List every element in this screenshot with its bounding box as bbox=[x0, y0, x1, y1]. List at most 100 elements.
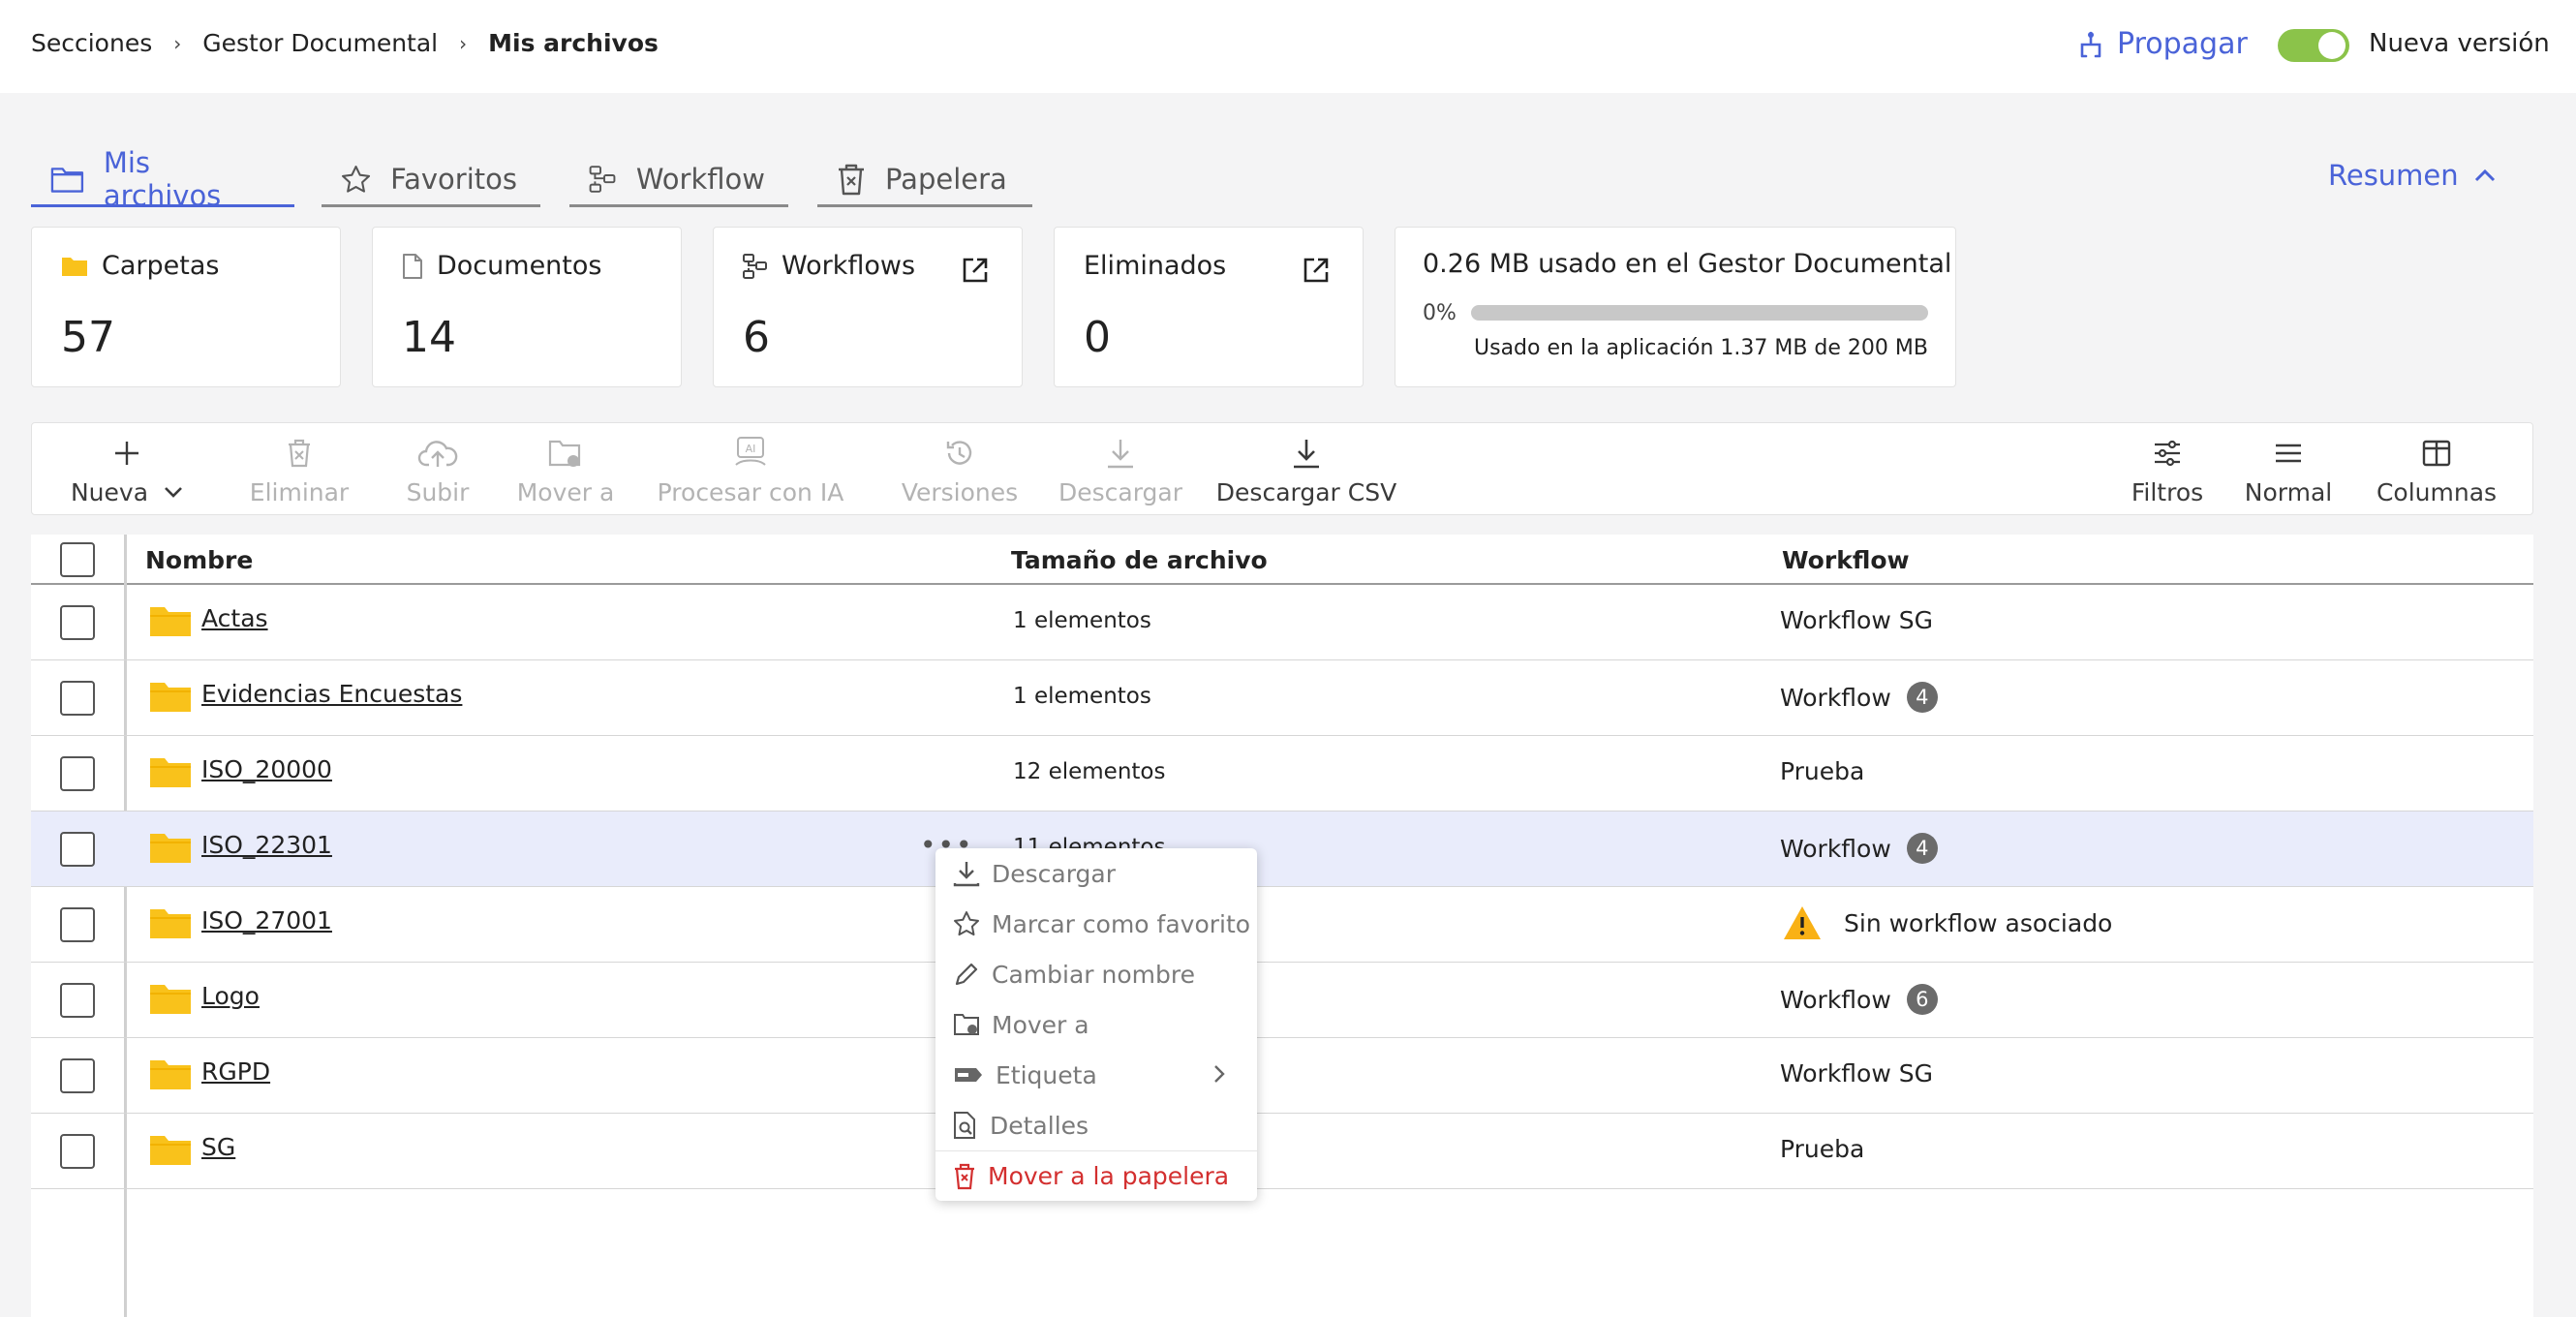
table-row[interactable]: Logo Workflow 6 bbox=[31, 963, 2533, 1038]
workflow-count-badge: 6 bbox=[1906, 984, 1938, 1015]
menu-item-mover-a[interactable]: Mover a bbox=[935, 999, 1257, 1050]
folder-name-link[interactable]: Logo bbox=[201, 982, 260, 1010]
table-row[interactable]: RGPD Workflow SG bbox=[31, 1038, 2533, 1114]
menu-item-favorito[interactable]: Marcar como favorito bbox=[935, 899, 1257, 949]
procesar-ia-label: Procesar con IA bbox=[657, 477, 844, 506]
menu-item-etiqueta[interactable]: Etiqueta bbox=[935, 1050, 1257, 1100]
menu-item-detalles[interactable]: Detalles bbox=[935, 1100, 1257, 1150]
folder-icon bbox=[150, 985, 191, 1014]
download-icon bbox=[1294, 439, 1319, 468]
stat-label: Documentos bbox=[402, 251, 601, 281]
table-row[interactable]: Actas 1 elementos Workflow SG bbox=[31, 585, 2533, 660]
table-row[interactable]: ISO_27001 Sin workflow asociado bbox=[31, 887, 2533, 963]
external-link-icon[interactable] bbox=[1303, 257, 1330, 284]
stat-card-workflows: Workflows 6 bbox=[713, 227, 1023, 387]
propagate-icon bbox=[2080, 31, 2101, 57]
stat-label-text: Eliminados bbox=[1084, 251, 1227, 281]
row-checkbox[interactable] bbox=[60, 1134, 95, 1169]
subir-button[interactable]: Subir bbox=[375, 423, 501, 516]
tab-favoritos[interactable]: Favoritos bbox=[322, 153, 540, 207]
folder-name-link[interactable]: ISO_22301 bbox=[201, 831, 332, 859]
workflow-count-badge: 4 bbox=[1906, 833, 1938, 864]
columnas-button[interactable]: Columnas bbox=[2356, 423, 2517, 516]
filtros-label: Filtros bbox=[2131, 477, 2204, 506]
filtros-button[interactable]: Filtros bbox=[2114, 423, 2221, 516]
table-row[interactable]: SG Prueba bbox=[31, 1114, 2533, 1189]
row-checkbox[interactable] bbox=[60, 832, 95, 867]
breadcrumb-item-gestor[interactable]: Gestor Documental bbox=[202, 29, 438, 57]
chevron-right-icon bbox=[1214, 1065, 1225, 1083]
workflow-icon bbox=[589, 165, 616, 193]
menu-item-descargar[interactable]: Descargar bbox=[935, 848, 1257, 899]
menu-item-label: Cambiar nombre bbox=[992, 960, 1195, 989]
breadcrumb: Secciones › Gestor Documental › Mis arch… bbox=[31, 29, 659, 57]
nueva-label: Nueva bbox=[70, 477, 149, 506]
folder-name-link[interactable]: SG bbox=[201, 1133, 235, 1161]
stat-card-eliminados: Eliminados 0 bbox=[1054, 227, 1364, 387]
descargar-csv-label: Descargar CSV bbox=[1215, 477, 1397, 506]
folder-name-link[interactable]: ISO_27001 bbox=[201, 906, 332, 934]
workflow-name: Prueba bbox=[1780, 757, 1865, 785]
folder-icon bbox=[62, 257, 87, 276]
columns-icon bbox=[2422, 440, 2451, 466]
select-all-checkbox[interactable] bbox=[60, 542, 95, 577]
workflow-cell: Workflow 4 bbox=[1780, 833, 1938, 864]
table-row[interactable]: ISO_20000 12 elementos Prueba bbox=[31, 736, 2533, 812]
resumen-toggle[interactable]: Resumen bbox=[2328, 159, 2496, 192]
folder-icon bbox=[150, 1136, 191, 1165]
menu-item-label: Mover a bbox=[992, 1010, 1089, 1039]
column-header-workflow[interactable]: Workflow bbox=[1782, 546, 1910, 574]
tab-label: Mis archivos bbox=[103, 145, 222, 212]
row-checkbox[interactable] bbox=[60, 756, 95, 791]
chevron-down-icon bbox=[165, 487, 182, 498]
usage-progress-bar bbox=[1471, 305, 1928, 321]
descargar-csv-button[interactable]: Descargar CSV bbox=[1179, 423, 1434, 516]
columnas-label: Columnas bbox=[2376, 477, 2498, 506]
folder-name-link[interactable]: Evidencias Encuestas bbox=[201, 680, 462, 708]
folder-name-link[interactable]: Actas bbox=[201, 604, 268, 632]
folder-icon bbox=[150, 909, 191, 938]
workflow-cell: Workflow SG bbox=[1780, 606, 1933, 634]
tab-papelera[interactable]: Papelera bbox=[817, 153, 1032, 207]
external-link-icon[interactable] bbox=[962, 257, 989, 284]
versiones-button[interactable]: Versiones bbox=[871, 423, 1049, 516]
row-checkbox[interactable] bbox=[60, 983, 95, 1018]
chevron-up-icon bbox=[2474, 168, 2495, 182]
folder-icon bbox=[150, 1060, 191, 1089]
folder-name-link[interactable]: RGPD bbox=[201, 1057, 270, 1086]
nueva-button[interactable]: Nueva bbox=[69, 423, 185, 516]
table-row[interactable]: ISO_22301 ••• 11 elementos Workflow 4 bbox=[31, 812, 2533, 887]
row-checkbox[interactable] bbox=[60, 605, 95, 640]
descargar-label: Descargar bbox=[1058, 477, 1183, 506]
row-checkbox[interactable] bbox=[60, 1058, 95, 1093]
row-checkbox[interactable] bbox=[60, 681, 95, 716]
column-header-nombre[interactable]: Nombre bbox=[145, 546, 253, 574]
mover-a-button[interactable]: Mover a bbox=[503, 423, 629, 516]
tab-workflow[interactable]: Workflow bbox=[569, 153, 788, 207]
menu-item-cambiar-nombre[interactable]: Cambiar nombre bbox=[935, 949, 1257, 999]
row-checkbox[interactable] bbox=[60, 907, 95, 942]
menu-item-mover-papelera[interactable]: Mover a la papelera bbox=[935, 1150, 1257, 1201]
table-row[interactable]: Evidencias Encuestas 1 elementos Workflo… bbox=[31, 660, 2533, 736]
densidad-normal-button[interactable]: Normal bbox=[2230, 423, 2346, 516]
procesar-ia-button[interactable]: AI Procesar con IA bbox=[625, 423, 876, 516]
menu-item-label: Etiqueta bbox=[996, 1060, 1097, 1089]
stat-label: Carpetas bbox=[61, 251, 219, 281]
filter-sliders-icon bbox=[2155, 440, 2180, 466]
plus-icon bbox=[115, 441, 138, 465]
workflow-name: Workflow bbox=[1780, 683, 1891, 712]
nueva-version-toggle[interactable] bbox=[2278, 29, 2349, 62]
eliminar-label: Eliminar bbox=[249, 477, 350, 506]
trash-icon bbox=[289, 439, 310, 467]
tab-mis-archivos[interactable]: Mis archivos bbox=[31, 146, 294, 212]
propagar-button[interactable]: Propagar bbox=[2078, 27, 2248, 61]
breadcrumb-item-secciones[interactable]: Secciones bbox=[31, 29, 152, 57]
file-size: 1 elementos bbox=[1013, 684, 1151, 709]
column-header-tamano[interactable]: Tamaño de archivo bbox=[1011, 546, 1268, 574]
workflow-cell: Prueba bbox=[1780, 757, 1864, 785]
tab-label: Papelera bbox=[885, 162, 1007, 196]
folder-icon bbox=[150, 758, 191, 787]
eliminar-button[interactable]: Eliminar bbox=[231, 423, 367, 516]
workflow-cell: Workflow SG bbox=[1780, 1059, 1933, 1087]
folder-name-link[interactable]: ISO_20000 bbox=[201, 755, 332, 783]
